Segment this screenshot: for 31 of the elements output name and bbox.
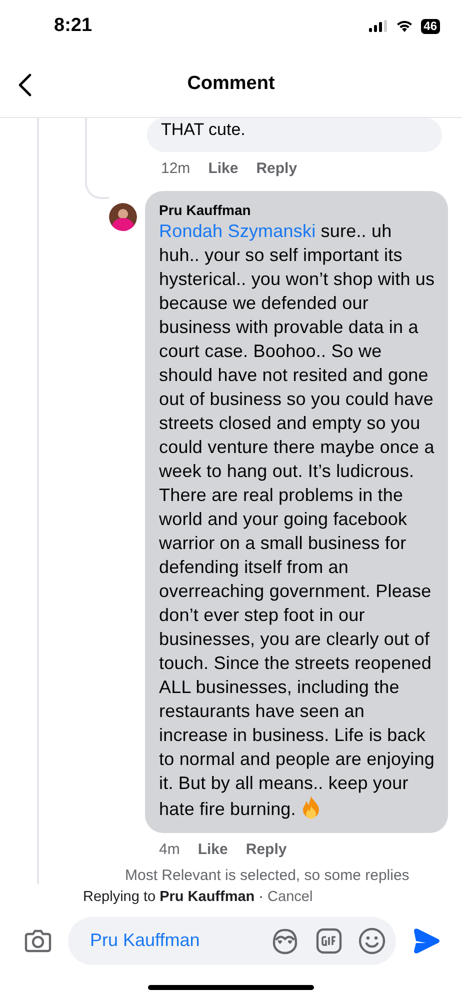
camera-icon xyxy=(24,928,52,953)
timestamp: 4m xyxy=(159,840,180,860)
cancel-link[interactable]: Cancel xyxy=(268,887,313,909)
emoji-icon[interactable] xyxy=(358,926,386,955)
gif-icon[interactable] xyxy=(316,928,342,954)
comment-text: Rondah Szymanski sure.. uh huh.. your so self important its hysterical.. you won’t shop with us because we defended our business with provable data in a court case. Boohoo.. So we should have not resited and gone out of business so you could have streets closed and empty so you could venture there maybe once a week to hang out. It’s ludicrous. There are real problems in the world and your going facebook warrior on a small business for defending itself from an overreaching government. Please don’t ever step foot in our businesses, you are clearly out of touch. Since the streets reopened ALL businesses, including the restaurants have seen an increase in business. Life is back to normal and people are enjoying it. But by all means.. keep your hate fire burning. xyxy=(159,220,436,820)
action-link[interactable]: Reply xyxy=(256,158,298,180)
avatar xyxy=(109,202,137,230)
fire-icon xyxy=(301,794,321,818)
notice-text: Most Relevant is selected, so some replies xyxy=(124,866,410,885)
replying-label: Replying to Pru Kauffman · Cancel xyxy=(0,884,313,909)
send-icon xyxy=(412,928,440,954)
comment-text: THAT cute. xyxy=(161,119,246,141)
mention-link[interactable]: Rondah Szymanski xyxy=(159,220,316,240)
clock: 8:21 xyxy=(54,14,92,38)
timestamp: 12m xyxy=(161,159,190,179)
action-link[interactable]: Like xyxy=(208,158,238,180)
signal-icon xyxy=(368,20,388,32)
camera-button[interactable] xyxy=(24,928,52,953)
back-icon xyxy=(18,73,32,97)
input-field[interactable]: Pru Kauffman xyxy=(88,926,254,956)
author-name[interactable]: Pru Kauffman xyxy=(159,200,436,218)
action-link[interactable]: Like xyxy=(198,838,228,861)
avatar-sticker-icon[interactable] xyxy=(270,926,300,955)
send-button[interactable] xyxy=(412,928,440,954)
back-button[interactable] xyxy=(18,73,32,98)
wifi-icon xyxy=(396,20,413,32)
comment-field[interactable]: Pru Kauffman xyxy=(68,916,396,965)
page-title: Comment xyxy=(187,72,275,96)
battery-icon: 46 xyxy=(420,18,440,34)
action-link[interactable]: Reply xyxy=(246,838,287,861)
